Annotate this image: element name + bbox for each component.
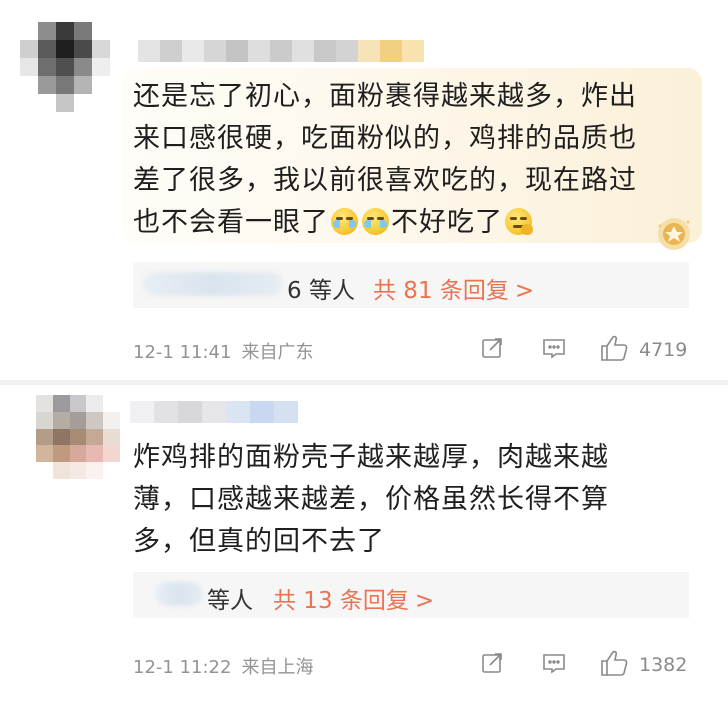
fan-badge-icon [658,218,690,250]
comment-line: 还是忘了初心，面粉裹得越来越多，炸出 [133,81,637,112]
comment-line: 薄，口感越来越差，价格虽然长得不算 [133,484,609,515]
username-blurred[interactable] [138,40,424,62]
view-replies-link[interactable]: 共 81 条回复 > [373,271,534,305]
reply-summary[interactable]: 6 等人 共 81 条回复 > [133,262,689,308]
location: 来自广东 [241,342,314,363]
view-replies-link[interactable]: 共 13 条回复 > [273,581,434,615]
comment-meta: 12-1 11:41 来自广东 [133,338,313,364]
comment-icon[interactable] [541,651,567,675]
like-icon[interactable] [599,648,629,678]
reply-summary[interactable]: 等人 共 13 条回复 > [133,572,689,618]
comment-meta: 12-1 11:22 来自上海 [133,653,313,679]
comment-text: 炸鸡排的面粉壳子越来越厚，肉越来越 薄，口感越来越差，价格虽然长得不算 多，但真… [133,437,693,563]
username-blurred[interactable] [130,401,298,423]
cry-laugh-emoji [331,208,358,235]
comment-line: 多，但真的回不去了 [133,526,385,557]
share-icon[interactable] [480,651,504,675]
comment-text: 还是忘了初心，面粉裹得越来越多，炸出 来口感很硬，吃面粉似的，鸡排的品质也 差了… [133,76,693,244]
cry-laugh-emoji [362,208,389,235]
timestamp: 12-1 11:22 [133,657,232,678]
comment-item: 炸鸡排的面粉壳子越来越厚，肉越来越 薄，口感越来越差，价格虽然长得不算 多，但真… [0,383,728,703]
like-count: 1382 [639,654,688,676]
reply-participants: 6 等人 [287,278,355,304]
avatar[interactable] [20,22,110,112]
location: 来自上海 [241,657,314,678]
comment-line: 炸鸡排的面粉壳子越来越厚，肉越来越 [133,442,609,473]
blurred-names [155,582,203,606]
comment-line: 也不会看一眼了 不好吃了 [133,202,693,244]
like-icon[interactable] [599,333,629,363]
comment-icon[interactable] [541,336,567,360]
comment-item: 还是忘了初心，面粉裹得越来越多，炸出 来口感很硬，吃面粉似的，鸡排的品质也 差了… [0,0,728,380]
comment-line: 差了很多，我以前很喜欢吃的，现在路过 [133,165,637,196]
share-icon[interactable] [480,336,504,360]
blurred-names [143,272,283,296]
comment-line: 来口感很硬，吃面粉似的，鸡排的品质也 [133,123,637,154]
timestamp: 12-1 11:41 [133,342,232,363]
reply-participants: 等人 [207,588,253,614]
like-count: 4719 [639,339,688,361]
thinking-emoji [505,208,533,235]
avatar[interactable] [36,395,120,479]
